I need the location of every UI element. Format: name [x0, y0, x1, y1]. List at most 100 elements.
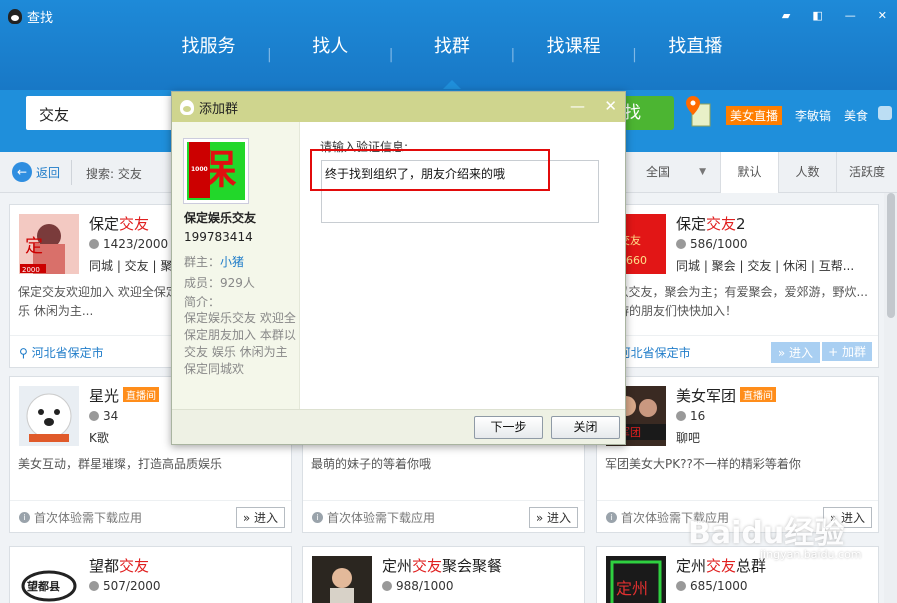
group-name[interactable]: 保定交友2	[676, 213, 746, 234]
search-button[interactable]: 找	[620, 96, 674, 130]
group-tags: 同城 | 聚会 | 交友 | 休闲 | 互帮...	[676, 259, 855, 273]
hot-search-2[interactable]: 美食	[844, 107, 868, 124]
live-tags: 聊吧	[676, 431, 701, 445]
scrollbar[interactable]	[884, 193, 897, 603]
svg-text:定州: 定州	[616, 579, 648, 598]
skin-icon[interactable]: ◧	[812, 9, 822, 22]
member-count: 685/1000	[690, 579, 748, 593]
group-name: 保定娱乐交友	[184, 211, 257, 225]
live-desc: 最萌的妹子的等着你哦	[311, 457, 432, 471]
svg-text:定: 定	[25, 236, 43, 257]
group-card[interactable]: 定交友 28660 保定交友2 586/1000 同城 | 聚会 | 交友 | …	[596, 204, 879, 368]
group-avatar: 定州	[606, 556, 666, 603]
region-select[interactable]: 全国 ▼	[634, 152, 720, 192]
back-arrow-icon: ←	[12, 162, 32, 182]
add-group-dialog: 添加群 — ✕ 保 1000 保定娱乐交友 199783414 群主：小猪 成员：…	[171, 91, 626, 445]
group-avatar	[312, 556, 372, 603]
group-avatar: 定 2000	[19, 214, 79, 274]
hot-search-1[interactable]: 李敏镐	[795, 107, 831, 124]
dialog-title-bar: 添加群 — ✕	[172, 92, 625, 122]
join-group-button[interactable]: + 加群	[822, 342, 872, 361]
live-desc: 军团美女大PK??不一样的精彩等着你	[605, 457, 801, 471]
group-location: ⚲ 河北省保定市	[19, 346, 104, 360]
group-owner: 群主：小猪	[184, 255, 245, 269]
baidu-watermark: Baidu经验	[688, 516, 845, 551]
member-count: 507/2000	[103, 579, 161, 593]
sort-activity[interactable]: 活跃度	[836, 152, 897, 193]
enter-button[interactable]: » 进入	[528, 507, 578, 528]
enter-button[interactable]: » 进入	[235, 507, 285, 528]
dialog-title: 添加群	[199, 101, 239, 117]
sort-members[interactable]: 人数	[778, 152, 836, 193]
map-pin-icon[interactable]	[685, 96, 711, 128]
member-icon	[676, 581, 686, 591]
live-tags: K歌	[89, 431, 109, 445]
member-icon	[676, 239, 686, 249]
tab-find-group[interactable]: 找群	[393, 33, 510, 89]
tab-find-people[interactable]: 找人	[272, 33, 389, 77]
group-name[interactable]: 望都交友	[89, 555, 149, 576]
close-button[interactable]: ✕	[878, 9, 887, 22]
group-name[interactable]: 保定交友	[89, 213, 149, 234]
live-desc: 美女互动，群星璀璨，打造高品质娱乐	[18, 457, 223, 471]
search-input[interactable]: 交友	[26, 96, 176, 130]
feedback-icon[interactable]: ▰	[782, 9, 790, 22]
group-desc: ...以交友，聚会为主；有爱聚会，爱郊游，野炊... 驾游的朋友们快快加入！	[605, 285, 868, 318]
more-icon[interactable]	[878, 106, 892, 120]
group-members: 成员：929人	[184, 276, 255, 290]
group-id: 199783414	[184, 230, 253, 244]
info-icon: i	[606, 512, 617, 523]
member-icon	[382, 581, 392, 591]
group-info-panel: 保 1000 保定娱乐交友 199783414 群主：小猪 成员：929人 简介：…	[172, 122, 300, 410]
back-button[interactable]: ← 返回	[12, 162, 60, 182]
qq-penguin-icon	[180, 99, 194, 115]
info-icon: i	[19, 512, 30, 523]
intro-label: 简介：	[184, 295, 221, 309]
member-icon	[89, 581, 99, 591]
dialog-close-icon[interactable]: ✕	[604, 97, 617, 115]
live-badge: 直播间	[123, 387, 160, 402]
tab-find-service[interactable]: 找服务	[150, 33, 267, 77]
group-card[interactable]: 定州交友聚会聚餐 988/1000	[302, 546, 585, 603]
group-card[interactable]: 望都县 望都交友 507/2000	[9, 546, 292, 603]
qq-penguin-icon	[8, 9, 22, 24]
svg-text:2000: 2000	[22, 266, 40, 274]
info-icon: i	[312, 512, 323, 523]
viewer-icon	[676, 411, 686, 421]
group-avatar: 望都县	[19, 556, 79, 603]
member-icon	[89, 239, 99, 249]
group-tags: 同城 | 交友 | 聚	[89, 259, 173, 273]
group-avatar: 保 1000	[183, 138, 249, 204]
dialog-minimize-button[interactable]: —	[570, 97, 585, 115]
main-nav: 找服务 | 找人 | 找群 | 找课程 | 找直播	[150, 33, 754, 89]
scrollbar-thumb[interactable]	[887, 193, 895, 318]
group-name[interactable]: 定州交友聚会聚餐	[382, 555, 502, 576]
title-bar: 查找 ▰ ◧ — ✕ 找服务 | 找人 | 找群 | 找课程 | 找直播	[0, 0, 897, 90]
tab-find-course[interactable]: 找课程	[515, 33, 632, 77]
dialog-close-button[interactable]: 关闭	[551, 416, 620, 439]
watermark-url: jingyan.baidu.com	[760, 548, 862, 561]
enter-button[interactable]: » 进入	[770, 342, 820, 363]
sort-default[interactable]: 默认	[720, 152, 778, 193]
viewer-icon	[89, 411, 99, 421]
live-name[interactable]: 美女军团 直播间	[676, 385, 777, 406]
search-keyword: 搜索: 交友	[86, 167, 142, 181]
next-step-button[interactable]: 下一步	[474, 416, 543, 439]
app-title: 查找	[8, 7, 53, 26]
live-avatar	[19, 386, 79, 446]
highlight-box	[310, 149, 550, 191]
member-count: 988/1000	[396, 579, 454, 593]
group-intro: 保定娱乐交友 欢迎全保定朋友加入 本群以交友 娱乐 休闲为主 保定同城欢	[184, 311, 296, 376]
member-count: 1423/2000	[103, 237, 169, 251]
chevron-down-icon: ▼	[699, 167, 706, 177]
viewer-count: 16	[690, 409, 706, 423]
tab-find-live[interactable]: 找直播	[637, 33, 754, 77]
minimize-button[interactable]: —	[845, 9, 856, 22]
viewer-count: 34	[103, 409, 119, 423]
member-count: 586/1000	[690, 237, 748, 251]
group-name[interactable]: 定州交友总群	[676, 555, 766, 576]
live-badge: 直播间	[740, 387, 777, 402]
live-promo-badge[interactable]: 美女直播	[726, 106, 783, 125]
live-name[interactable]: 星光 直播间	[89, 385, 160, 406]
svg-text:望都县: 望都县	[27, 579, 60, 593]
